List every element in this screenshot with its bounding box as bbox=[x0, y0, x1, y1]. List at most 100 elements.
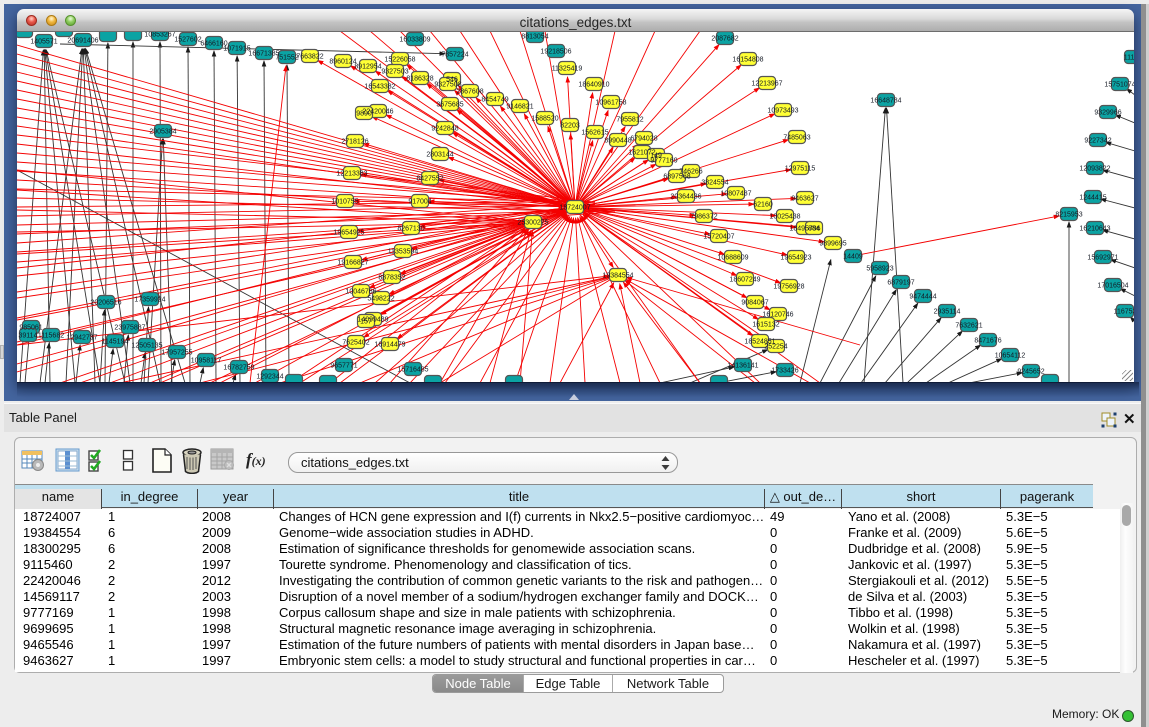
svg-text:6879197: 6879197 bbox=[887, 279, 914, 286]
svg-text:8813054: 8813054 bbox=[521, 33, 548, 40]
svg-text:82203: 82203 bbox=[560, 122, 580, 129]
svg-text:2935114: 2935114 bbox=[934, 308, 961, 315]
svg-text:12942737: 12942737 bbox=[66, 334, 97, 341]
svg-text:7485063: 7485063 bbox=[783, 134, 810, 141]
svg-text:14409: 14409 bbox=[843, 253, 863, 260]
svg-text:12093822: 12093822 bbox=[1079, 165, 1110, 172]
svg-text:10688609: 10688609 bbox=[717, 254, 748, 261]
svg-text:9227342: 9227342 bbox=[1084, 137, 1111, 144]
svg-text:16782759: 16782759 bbox=[223, 364, 254, 371]
svg-text:2905384: 2905384 bbox=[149, 128, 176, 135]
svg-text:3824554: 3824554 bbox=[701, 179, 728, 186]
svg-text:2087682: 2087682 bbox=[711, 35, 738, 42]
svg-text:10046766: 10046766 bbox=[345, 288, 376, 295]
svg-text:7986372: 7986372 bbox=[690, 213, 717, 220]
svg-text:9657771: 9657771 bbox=[330, 362, 357, 369]
svg-text:9327503: 9327503 bbox=[381, 68, 408, 75]
svg-text:62160: 62160 bbox=[753, 201, 773, 208]
svg-text:23975887: 23975887 bbox=[114, 324, 145, 331]
svg-text:116753: 116753 bbox=[1114, 308, 1134, 315]
svg-text:10654112: 10654112 bbox=[995, 352, 1026, 359]
svg-text:1071915: 1071915 bbox=[223, 45, 250, 52]
svg-text:1115682: 1115682 bbox=[38, 332, 64, 339]
svg-text:16154808: 16154808 bbox=[732, 56, 763, 63]
svg-text:10961758: 10961758 bbox=[595, 99, 626, 106]
svg-text:8912954: 8912954 bbox=[354, 63, 381, 70]
svg-text:9327508: 9327508 bbox=[434, 81, 461, 88]
svg-text:1588520: 1588520 bbox=[531, 115, 558, 122]
svg-text:917004: 917004 bbox=[408, 198, 431, 205]
svg-text:25300275: 25300275 bbox=[517, 219, 548, 226]
svg-text:1615132: 1615132 bbox=[752, 321, 779, 328]
svg-text:10853267: 10853267 bbox=[144, 32, 175, 38]
svg-text:15692971: 15692971 bbox=[1087, 254, 1118, 261]
svg-text:12505135: 12505135 bbox=[131, 342, 162, 349]
svg-text:8427552: 8427552 bbox=[416, 175, 443, 182]
svg-text:12975115: 12975115 bbox=[785, 165, 816, 172]
svg-text:5958923: 5958923 bbox=[866, 265, 893, 272]
svg-text:6794028: 6794028 bbox=[630, 135, 657, 142]
svg-text:9899695: 9899695 bbox=[819, 240, 846, 247]
svg-text:1733426: 1733426 bbox=[771, 367, 798, 374]
svg-text:9474444: 9474444 bbox=[909, 293, 936, 300]
svg-text:17016504: 17016504 bbox=[1097, 282, 1128, 289]
svg-text:8215953: 8215953 bbox=[1055, 211, 1082, 218]
svg-text:9890: 9890 bbox=[356, 110, 372, 117]
svg-text:14136141: 14136141 bbox=[727, 362, 758, 369]
svg-text:10973493: 10973493 bbox=[767, 107, 798, 114]
svg-text:1292344: 1292344 bbox=[256, 373, 283, 380]
svg-text:8990448: 8990448 bbox=[604, 137, 631, 144]
svg-text:9242848: 9242848 bbox=[431, 125, 458, 132]
svg-text:17359924: 17359924 bbox=[134, 296, 165, 303]
svg-text:157: 157 bbox=[360, 318, 372, 325]
svg-text:20206516: 20206516 bbox=[90, 299, 121, 306]
svg-text:19654925: 19654925 bbox=[333, 229, 364, 236]
svg-text:985061: 985061 bbox=[19, 324, 42, 331]
svg-text:8186328: 8186328 bbox=[406, 75, 433, 82]
svg-text:10025438: 10025438 bbox=[769, 213, 800, 220]
svg-text:19654923: 19654923 bbox=[780, 254, 811, 261]
svg-text:15751074: 15751074 bbox=[1104, 81, 1134, 88]
svg-text:18607249: 18607249 bbox=[729, 276, 760, 283]
svg-text:16543382: 16543382 bbox=[364, 83, 395, 90]
svg-text:39114: 39114 bbox=[19, 332, 38, 339]
svg-text:19756928: 19756928 bbox=[773, 283, 804, 290]
svg-text:15720407: 15720407 bbox=[703, 233, 734, 240]
svg-text:20691406: 20691406 bbox=[67, 37, 98, 44]
svg-text:3675685: 3675685 bbox=[436, 101, 463, 108]
svg-text:17957255: 17957255 bbox=[161, 349, 192, 356]
svg-text:1244415: 1244415 bbox=[1079, 194, 1106, 201]
svg-text:1010755: 1010755 bbox=[331, 198, 358, 205]
svg-text:9245652: 9245652 bbox=[1017, 368, 1044, 375]
svg-text:15226058: 15226058 bbox=[384, 56, 415, 63]
svg-text:18640910: 18640910 bbox=[578, 81, 609, 88]
svg-text:19218506: 19218506 bbox=[540, 48, 571, 55]
svg-text:18724007: 18724007 bbox=[559, 204, 590, 211]
svg-text:16033809: 16033809 bbox=[399, 36, 430, 43]
svg-text:1145194: 1145194 bbox=[102, 338, 129, 345]
svg-text:8878352: 8878352 bbox=[378, 274, 405, 281]
svg-text:1527602: 1527602 bbox=[174, 36, 201, 43]
svg-text:19166827: 19166827 bbox=[337, 259, 368, 266]
svg-text:8267130: 8267130 bbox=[397, 225, 424, 232]
svg-text:9084067: 9084067 bbox=[741, 299, 768, 306]
svg-text:7955812: 7955812 bbox=[616, 116, 643, 123]
svg-text:751552: 751552 bbox=[275, 54, 298, 61]
svg-text:8471676: 8471676 bbox=[974, 337, 1001, 344]
svg-text:9146821: 9146821 bbox=[506, 103, 533, 110]
svg-text:9463627: 9463627 bbox=[791, 195, 818, 202]
svg-text:9777169: 9777169 bbox=[650, 157, 677, 164]
svg-text:16210643: 16210643 bbox=[1079, 225, 1110, 232]
svg-text:8960124: 8960124 bbox=[329, 58, 356, 65]
svg-text:9329966: 9329966 bbox=[1094, 109, 1121, 116]
svg-text:12213383: 12213383 bbox=[336, 170, 367, 177]
svg-text:5498222: 5498222 bbox=[367, 295, 394, 302]
svg-text:7857224: 7857224 bbox=[441, 51, 468, 58]
svg-text:2803144: 2803144 bbox=[426, 151, 453, 158]
svg-text:15716485: 15716485 bbox=[397, 366, 428, 373]
svg-text:7632621: 7632621 bbox=[955, 322, 982, 329]
svg-text:2867608: 2867608 bbox=[456, 88, 483, 95]
svg-text:16120746: 16120746 bbox=[762, 311, 793, 318]
svg-text:19384554: 19384554 bbox=[602, 272, 633, 279]
svg-text:12213967: 12213967 bbox=[751, 80, 782, 87]
